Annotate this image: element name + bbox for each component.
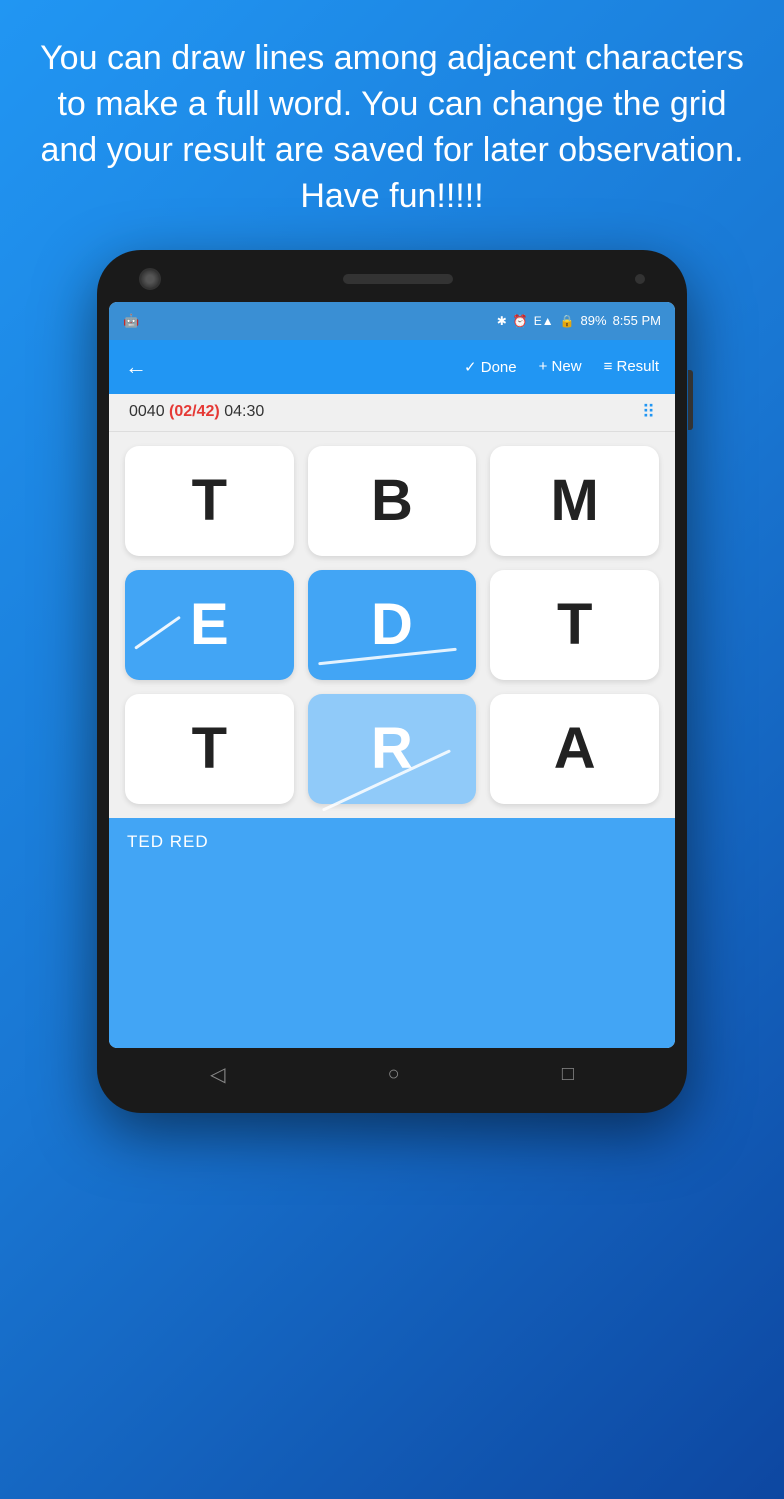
speaker [343, 274, 453, 284]
nav-back-button[interactable]: ◁ [210, 1062, 225, 1087]
phone-top [109, 268, 675, 302]
side-button [688, 370, 693, 430]
nav-home-button[interactable]: ○ [388, 1063, 400, 1086]
timer-code: 0040 [129, 403, 165, 420]
cell-T-1-2[interactable]: T [490, 570, 659, 680]
cell-letter: B [371, 467, 413, 534]
timer-row: 0040 (02/42) 04:30 ⠿ [109, 394, 675, 432]
cell-T-2-0[interactable]: T [125, 694, 294, 804]
back-button[interactable]: ← [125, 354, 147, 380]
app-bar: ← ✓ Done + New ≡ Result [109, 340, 675, 394]
status-left: 🤖 [123, 313, 139, 329]
grid-settings-icon[interactable]: ⠿ [642, 402, 655, 423]
new-button[interactable]: + New [539, 358, 582, 375]
app-bar-actions: ✓ Done + New ≡ Result [464, 358, 659, 376]
found-words: TED RED [127, 832, 209, 851]
cell-letter: M [551, 467, 599, 534]
mic-dot [635, 274, 645, 284]
phone-frame: 🤖 ✱ ⏰ E▲ 🔒 89% 8:55 PM ← ✓ Done + New ≡ … [97, 250, 687, 1113]
cell-letter: E [190, 591, 229, 658]
instruction-text: You can draw lines among adjacent charac… [0, 0, 784, 250]
timer-text: 0040 (02/42) 04:30 [129, 403, 264, 421]
cell-M-0-2[interactable]: M [490, 446, 659, 556]
signal-icon: E▲ [534, 314, 554, 328]
line-E [134, 615, 181, 649]
lock-icon: 🔒 [560, 314, 575, 328]
cell-E-1-0[interactable]: E [125, 570, 294, 680]
cell-letter: T [192, 715, 227, 782]
status-right: ✱ ⏰ E▲ 🔒 89% 8:55 PM [497, 313, 661, 328]
nav-recent-button[interactable]: □ [562, 1063, 574, 1086]
result-button[interactable]: ≡ Result [604, 358, 659, 375]
camera [139, 268, 161, 290]
letter-grid: T B M E D T T [109, 432, 675, 818]
time-display: 8:55 PM [613, 313, 661, 328]
battery-percent: 89% [581, 313, 607, 328]
cell-D-1-1[interactable]: D [308, 570, 477, 680]
cell-R-2-1[interactable]: R [308, 694, 477, 804]
done-button[interactable]: ✓ Done [464, 358, 517, 376]
words-area: TED RED [109, 818, 675, 1048]
cell-letter: A [554, 715, 596, 782]
bluetooth-icon: ✱ [497, 314, 507, 328]
cell-letter: T [192, 467, 227, 534]
timer-time: 04:30 [224, 403, 264, 420]
cell-T-0-0[interactable]: T [125, 446, 294, 556]
screen: 🤖 ✱ ⏰ E▲ 🔒 89% 8:55 PM ← ✓ Done + New ≡ … [109, 302, 675, 1048]
android-icon: 🤖 [123, 313, 139, 329]
timer-fraction: (02/42) [169, 403, 220, 420]
cell-B-0-1[interactable]: B [308, 446, 477, 556]
cell-letter: D [371, 591, 413, 658]
status-bar: 🤖 ✱ ⏰ E▲ 🔒 89% 8:55 PM [109, 302, 675, 340]
cell-letter: T [557, 591, 592, 658]
cell-A-2-2[interactable]: A [490, 694, 659, 804]
alarm-icon: ⏰ [513, 314, 528, 328]
phone-bottom-nav: ◁ ○ □ [109, 1048, 675, 1095]
